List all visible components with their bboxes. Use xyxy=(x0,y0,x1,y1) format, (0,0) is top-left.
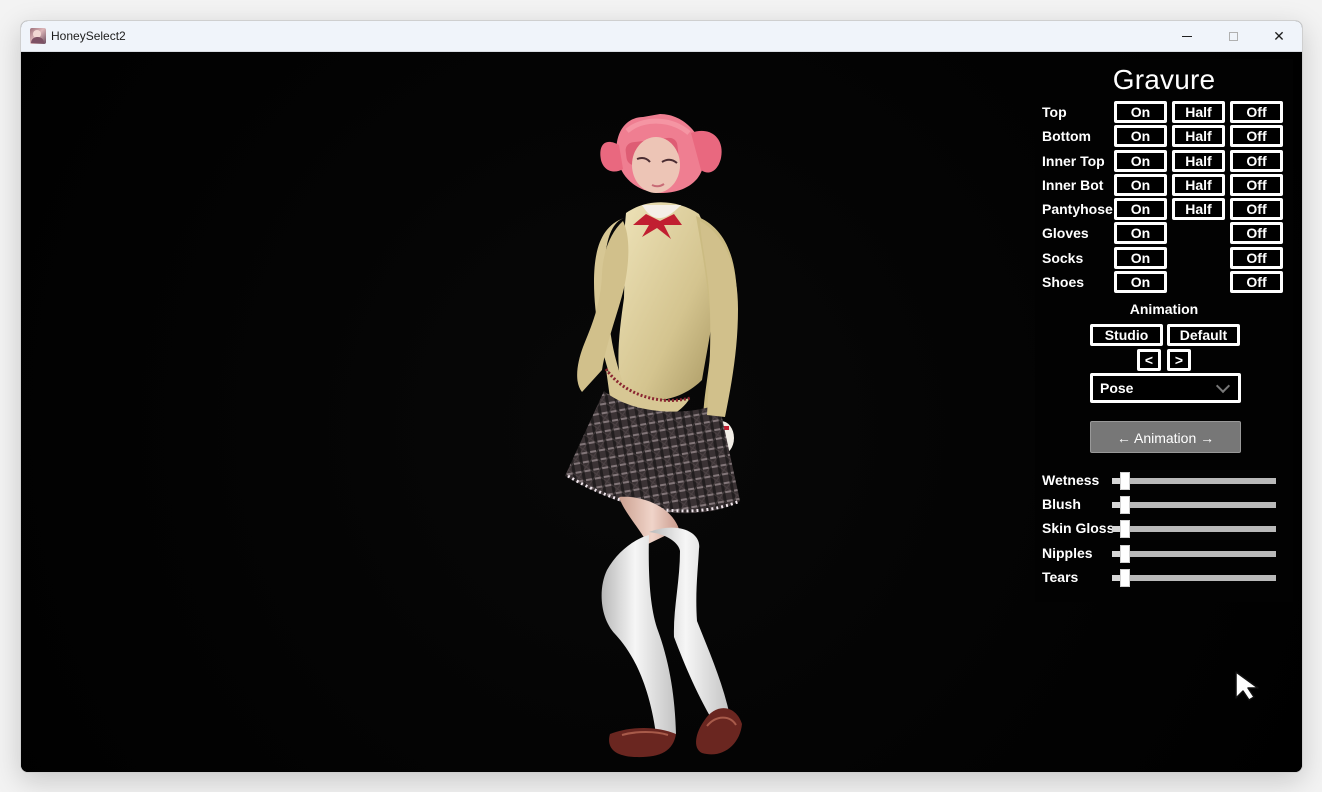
default-button[interactable]: Default xyxy=(1167,324,1240,346)
minimize-icon xyxy=(1182,35,1192,37)
clothes-row-top: Top On Half Off xyxy=(1042,101,1286,123)
maximize-icon xyxy=(1228,31,1238,41)
next-pose-button[interactable]: > xyxy=(1167,349,1191,371)
tears-label: Tears xyxy=(1042,569,1079,585)
wetness-slider-thumb[interactable] xyxy=(1120,472,1131,490)
inner-top-half-button[interactable]: Half xyxy=(1172,150,1225,172)
nipples-label: Nipples xyxy=(1042,545,1093,561)
gloves-label: Gloves xyxy=(1042,225,1089,241)
clothes-row-inner-top: Inner Top On Half Off xyxy=(1042,150,1286,172)
top-on-button[interactable]: On xyxy=(1114,101,1167,123)
mouse-pointer-icon xyxy=(1235,671,1259,701)
inner-bot-on-button[interactable]: On xyxy=(1114,174,1167,196)
minimize-button[interactable] xyxy=(1164,21,1210,51)
pantyhose-off-button[interactable]: Off xyxy=(1230,198,1283,220)
gravure-panel: Gravure Top On Half Off Bottom On Half O… xyxy=(1035,59,1293,602)
nipples-slider[interactable] xyxy=(1112,545,1276,563)
hair xyxy=(600,114,722,193)
tears-slider-thumb[interactable] xyxy=(1120,569,1131,587)
game-scene[interactable]: Gravure Top On Half Off Bottom On Half O… xyxy=(21,52,1302,772)
pose-select-value: Pose xyxy=(1100,380,1134,396)
wetness-slider-row: Wetness xyxy=(1042,469,1286,491)
clothes-row-inner-bot: Inner Bot On Half Off xyxy=(1042,174,1286,196)
blush-slider-row: Blush xyxy=(1042,493,1286,515)
skin-gloss-slider-thumb[interactable] xyxy=(1120,520,1131,538)
top-label: Top xyxy=(1042,104,1067,120)
close-icon: ✕ xyxy=(1273,28,1285,44)
blush-slider-thumb[interactable] xyxy=(1120,496,1131,514)
shoes-off-button[interactable]: Off xyxy=(1230,271,1283,293)
gloves-off-button[interactable]: Off xyxy=(1230,222,1283,244)
shoes-on-button[interactable]: On xyxy=(1114,271,1167,293)
gloves-on-button[interactable]: On xyxy=(1114,222,1167,244)
panel-title: Gravure xyxy=(1112,64,1216,95)
nipples-slider-thumb[interactable] xyxy=(1120,545,1131,563)
wetness-slider[interactable] xyxy=(1112,472,1276,490)
socks-label: Socks xyxy=(1042,250,1084,266)
title-bar[interactable]: HoneySelect2 ✕ xyxy=(21,21,1302,52)
legs xyxy=(601,496,742,758)
inner-bot-label: Inner Bot xyxy=(1042,177,1104,193)
wetness-label: Wetness xyxy=(1042,472,1100,488)
inner-top-on-button[interactable]: On xyxy=(1114,150,1167,172)
inner-top-label: Inner Top xyxy=(1042,153,1105,169)
close-button[interactable]: ✕ xyxy=(1256,21,1302,51)
top-half-button[interactable]: Half xyxy=(1172,101,1225,123)
top-off-button[interactable]: Off xyxy=(1230,101,1283,123)
socks-off-button[interactable]: Off xyxy=(1230,247,1283,269)
socks-on-button[interactable]: On xyxy=(1114,247,1167,269)
bottom-on-button[interactable]: On xyxy=(1114,125,1167,147)
maximize-button[interactable] xyxy=(1210,21,1256,51)
animation-cycle-button[interactable]: ← Animation → xyxy=(1090,421,1241,453)
window-title: HoneySelect2 xyxy=(51,29,126,43)
skin-gloss-slider-row: Skin Gloss xyxy=(1042,517,1286,539)
character-model[interactable] xyxy=(531,102,791,762)
pantyhose-label: Pantyhose xyxy=(1042,201,1113,217)
inner-top-off-button[interactable]: Off xyxy=(1230,150,1283,172)
bottom-half-button[interactable]: Half xyxy=(1172,125,1225,147)
tears-slider[interactable] xyxy=(1112,569,1276,587)
tears-slider-row: Tears xyxy=(1042,566,1286,588)
clothes-row-gloves: Gloves On Off xyxy=(1042,222,1286,244)
pantyhose-half-button[interactable]: Half xyxy=(1172,198,1225,220)
studio-button[interactable]: Studio xyxy=(1090,324,1163,346)
previous-pose-button[interactable]: < xyxy=(1137,349,1161,371)
pantyhose-on-button[interactable]: On xyxy=(1114,198,1167,220)
honeyselect2-window: HoneySelect2 ✕ Gravure Top On Half Off B… xyxy=(20,20,1303,773)
inner-bot-half-button[interactable]: Half xyxy=(1172,174,1225,196)
app-icon xyxy=(30,28,46,44)
shoes-label: Shoes xyxy=(1042,274,1085,290)
clothes-row-socks: Socks On Off xyxy=(1042,247,1286,269)
nipples-slider-row: Nipples xyxy=(1042,542,1286,564)
clothes-row-pantyhose: Pantyhose On Half Off xyxy=(1042,198,1286,220)
bottom-label: Bottom xyxy=(1042,128,1091,144)
blush-label: Blush xyxy=(1042,496,1081,512)
blush-slider[interactable] xyxy=(1112,496,1276,514)
skin-gloss-label: Skin Gloss xyxy=(1042,520,1115,536)
clothes-row-shoes: Shoes On Off xyxy=(1042,271,1286,293)
bottom-off-button[interactable]: Off xyxy=(1230,125,1283,147)
animation-section-label: Animation xyxy=(1129,301,1199,317)
skin-gloss-slider[interactable] xyxy=(1112,520,1276,538)
chevron-down-icon xyxy=(1215,378,1231,394)
pose-select[interactable]: Pose xyxy=(1090,373,1241,403)
inner-bot-off-button[interactable]: Off xyxy=(1230,174,1283,196)
clothes-row-bottom: Bottom On Half Off xyxy=(1042,125,1286,147)
